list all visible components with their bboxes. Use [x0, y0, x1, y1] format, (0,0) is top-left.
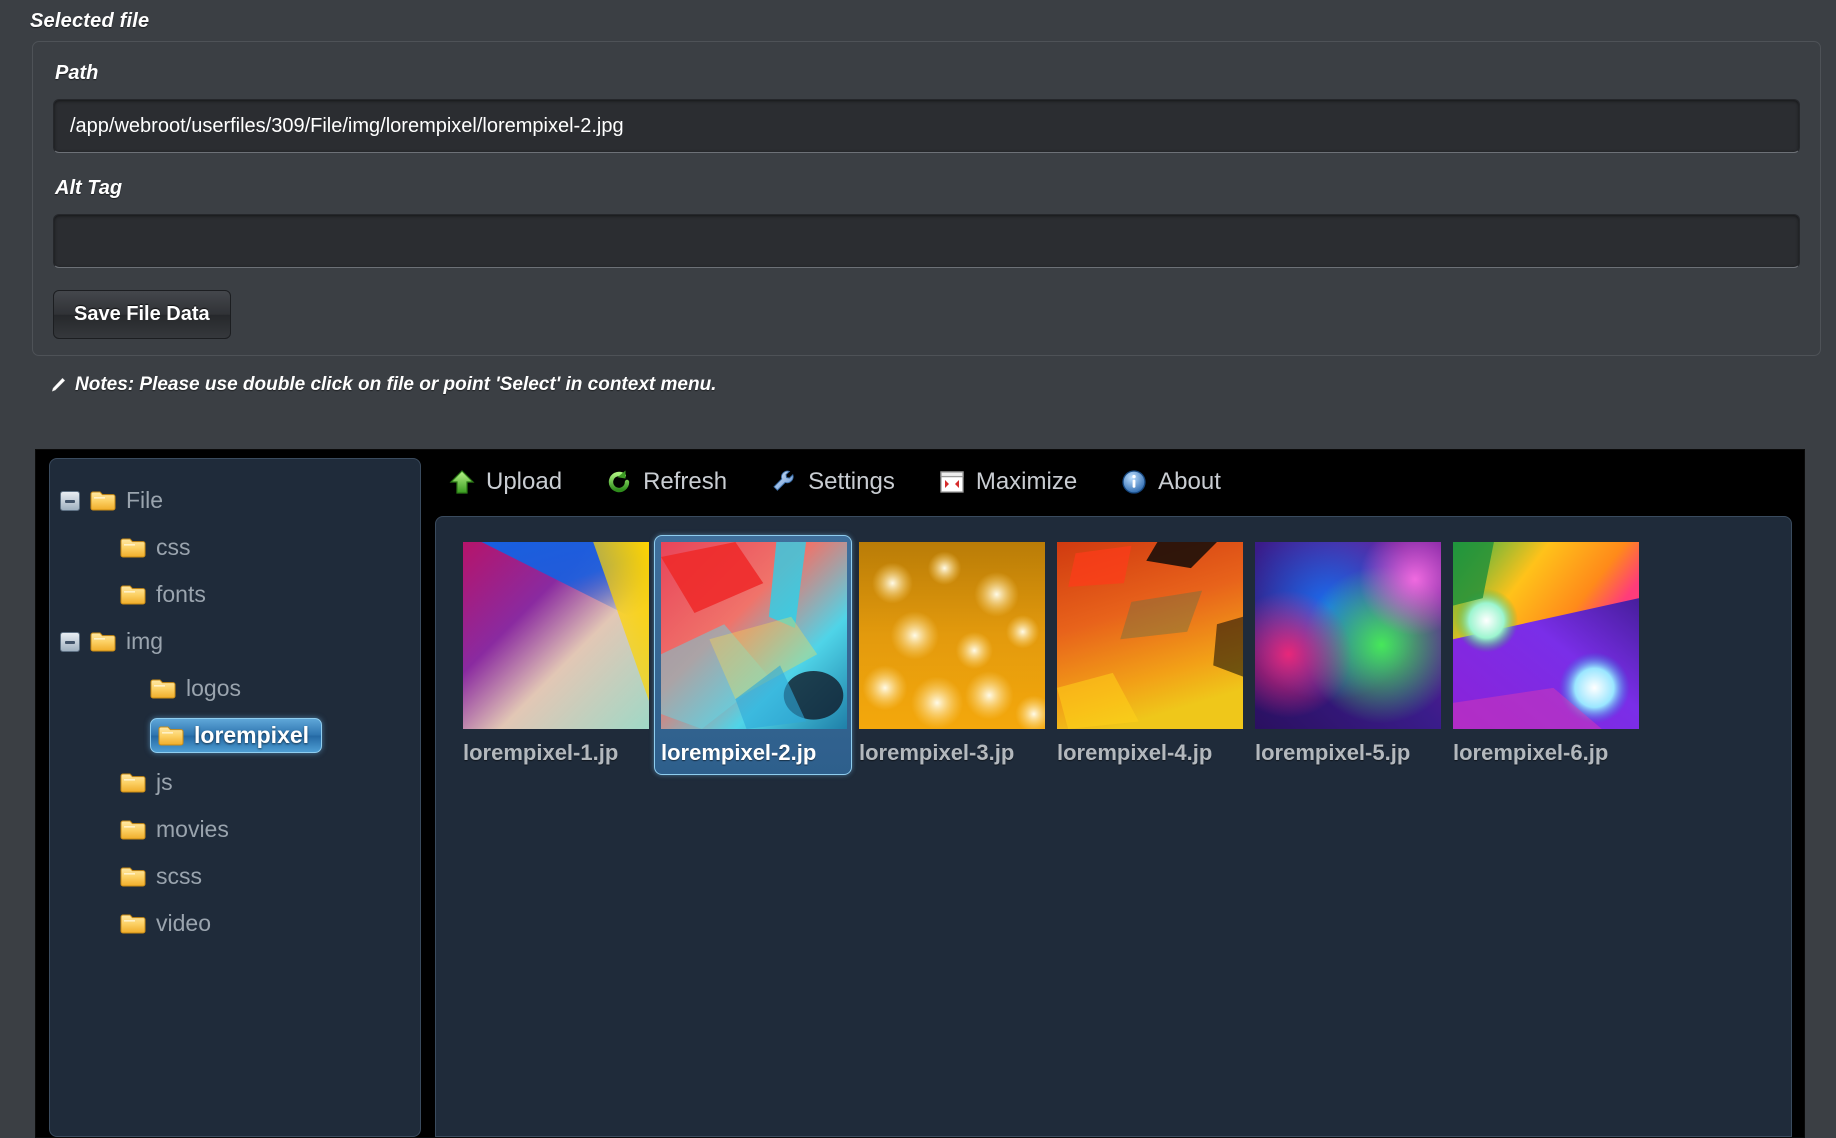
toolbar-refresh-button[interactable]: Refresh: [606, 468, 727, 496]
toolbar-item-label: Maximize: [975, 468, 1078, 495]
tree-toggle-spacer: [90, 538, 110, 558]
folder-icon: [158, 725, 184, 746]
file-name-label: lorempixel-1.jp: [463, 740, 619, 765]
collapse-minus-icon[interactable]: [60, 631, 80, 652]
file-item[interactable]: lorempixel-2.jp: [654, 535, 852, 775]
folder-icon: [150, 678, 176, 699]
file-name-label: lorempixel-3.jp: [859, 740, 1015, 765]
tree-toggle-spacer: [90, 820, 110, 840]
file-manager-toolbar: Upload Refresh Settings Maximize About: [421, 450, 1804, 514]
file-thumbnail: [1255, 542, 1441, 729]
toolbar-upload-button[interactable]: Upload: [449, 468, 562, 496]
collapse-minus-icon[interactable]: [60, 490, 80, 511]
tree-item-js[interactable]: js: [60, 759, 410, 806]
notes-row: Notes: Please use double click on file o…: [50, 374, 1820, 396]
tree-item-content: js: [120, 769, 173, 796]
save-file-data-button[interactable]: Save File Data: [53, 290, 231, 339]
tree-item-label: scss: [156, 863, 202, 889]
tree-item-content: fonts: [120, 581, 206, 608]
file-item[interactable]: lorempixel-5.jp: [1248, 535, 1446, 775]
selected-file-fieldset: Path Alt Tag Save File Data: [32, 41, 1821, 356]
file-item[interactable]: lorempixel-3.jp: [852, 535, 1053, 775]
tree-item-content: img: [90, 628, 163, 655]
folder-icon: [120, 866, 146, 887]
toolbar-item-label: Settings: [808, 468, 895, 495]
tree-item-lorempixel[interactable]: lorempixel: [60, 712, 410, 759]
refresh-icon: [606, 469, 632, 495]
tree-item-label: video: [156, 910, 211, 936]
tree-toggle-spacer: [120, 679, 140, 699]
toolbar-settings-button[interactable]: Settings: [771, 468, 895, 496]
wrench-icon: [771, 469, 797, 495]
folder-icon: [120, 913, 146, 934]
selected-file-section: Selected file Path Alt Tag Save File Dat…: [0, 0, 1836, 396]
tree-item-label: File: [126, 487, 164, 513]
file-name-label: lorempixel-6.jp: [1453, 740, 1609, 765]
notes-text: Notes: Please use double click on file o…: [75, 374, 717, 395]
file-name-label: lorempixel-4.jp: [1057, 740, 1213, 765]
alt-tag-label: Alt Tag: [55, 177, 123, 199]
tree-item-label: movies: [156, 816, 229, 842]
tree-toggle-spacer: [90, 914, 110, 934]
tree-item-content: css: [120, 534, 191, 561]
upload-arrow-icon: [449, 469, 475, 495]
folder-icon: [120, 819, 146, 840]
selected-file-legend: Selected file: [30, 10, 150, 32]
file-name-label: lorempixel-5.jp: [1255, 740, 1411, 765]
file-list-panel[interactable]: lorempixel-1.jp lorempixel-2.jp lorempix…: [435, 516, 1792, 1137]
file-thumbnail: [859, 542, 1053, 733]
file-browser-pane: Upload Refresh Settings Maximize About l…: [421, 450, 1804, 1137]
path-label: Path: [55, 62, 99, 84]
file-thumbnail: [661, 542, 847, 729]
folder-icon: [90, 490, 116, 511]
tree-item-css[interactable]: css: [60, 524, 410, 571]
tree-item-logos[interactable]: logos: [60, 665, 410, 712]
tree-item-scss[interactable]: scss: [60, 853, 410, 900]
tree-item-label: lorempixel: [194, 722, 310, 748]
toolbar-item-label: Refresh: [643, 468, 728, 495]
tree-item-file[interactable]: File: [60, 477, 410, 524]
tree-item-content: video: [120, 910, 211, 937]
tree-item-label: img: [126, 628, 164, 654]
tree-item-img[interactable]: img: [60, 618, 410, 665]
tree-item-content: movies: [120, 816, 229, 843]
tree-item-video[interactable]: video: [60, 900, 410, 947]
tree-item-label: css: [156, 534, 191, 560]
file-thumbnail: [463, 542, 649, 729]
tree-item-content: lorempixel: [150, 718, 323, 753]
folder-icon: [120, 537, 146, 558]
folder-tree-panel[interactable]: File css fonts img logos lorempixel js m…: [49, 458, 421, 1137]
tree-item-label: logos: [186, 675, 241, 701]
toolbar-item-label: About: [1158, 468, 1221, 495]
maximize-icon: [939, 469, 965, 495]
pencil-icon: [50, 377, 66, 393]
tree-toggle-spacer: [120, 726, 140, 746]
file-item[interactable]: lorempixel-6.jp: [1446, 535, 1644, 775]
alt-tag-input[interactable]: [53, 214, 1800, 268]
toolbar-about-button[interactable]: About: [1121, 468, 1221, 496]
folder-icon: [90, 631, 116, 652]
tree-item-content: scss: [120, 863, 202, 890]
file-thumbnail: [1057, 542, 1243, 729]
tree-item-content: logos: [150, 675, 241, 702]
toolbar-maximize-button[interactable]: Maximize: [939, 468, 1077, 496]
tree-item-content: File: [90, 487, 163, 514]
tree-item-label: fonts: [156, 581, 206, 607]
file-item[interactable]: lorempixel-4.jp: [1050, 535, 1248, 775]
file-manager: File css fonts img logos lorempixel js m…: [35, 449, 1805, 1138]
tree-toggle-spacer: [90, 585, 110, 605]
info-icon: [1121, 469, 1147, 495]
tree-item-label: js: [156, 769, 173, 795]
folder-icon: [120, 772, 146, 793]
file-thumbnail: [1453, 542, 1639, 729]
file-item[interactable]: lorempixel-1.jp: [456, 535, 654, 775]
folder-icon: [120, 584, 146, 605]
path-input[interactable]: [53, 99, 1800, 153]
tree-item-fonts[interactable]: fonts: [60, 571, 410, 618]
tree-toggle-spacer: [90, 867, 110, 887]
file-name-label: lorempixel-2.jp: [661, 740, 817, 765]
tree-item-movies[interactable]: movies: [60, 806, 410, 853]
toolbar-item-label: Upload: [486, 468, 563, 495]
tree-toggle-spacer: [90, 773, 110, 793]
